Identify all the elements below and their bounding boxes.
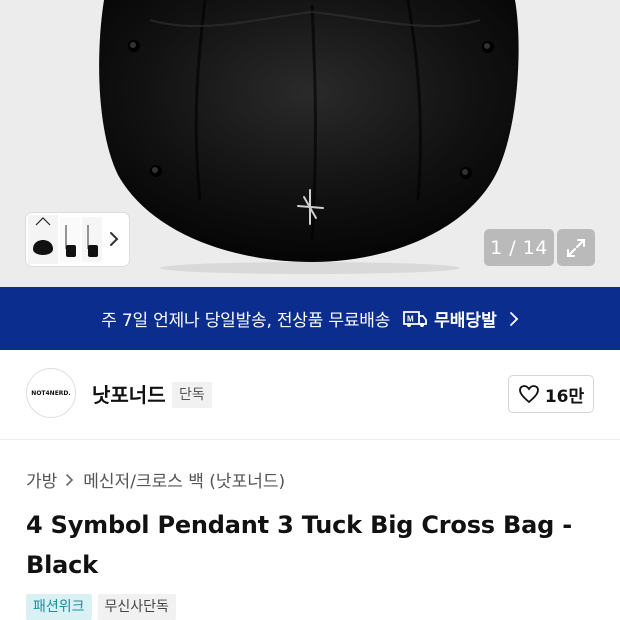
- expand-icon: [567, 238, 585, 257]
- banner-text: 주 7일 언제나 당일발송, 전상품 무료배송: [101, 311, 391, 331]
- like-button[interactable]: 16만: [508, 375, 594, 413]
- thumbnail-images[interactable]: [28, 215, 102, 264]
- shipping-banner[interactable]: 주 7일 언제나 당일발송, 전상품 무료배송 M 무배당발: [0, 287, 620, 350]
- brand-exclusive-tag: 단독: [172, 382, 212, 408]
- brand-logo[interactable]: NOT4NERD.: [26, 368, 76, 418]
- expand-button[interactable]: [557, 229, 595, 266]
- tag-musinsa-exclusive[interactable]: 무신사단독: [97, 594, 176, 620]
- product-title: 4 Symbol Pendant 3 Tuck Big Cross Bag - …: [26, 511, 573, 579]
- product-tags: 패션위크 무신사단독: [26, 594, 182, 620]
- banner-badge: M 무배당발: [402, 306, 497, 331]
- product-image-gallery[interactable]: 1 / 14: [0, 0, 620, 287]
- chevron-right-icon[interactable]: [107, 229, 121, 249]
- thumbnail-strip[interactable]: [26, 213, 129, 266]
- tag-fashion-week[interactable]: 패션위크: [26, 594, 92, 620]
- svg-text:M: M: [407, 314, 414, 323]
- brand-logo-text: NOT4NERD.: [31, 389, 71, 397]
- chevron-right-icon: [509, 311, 518, 326]
- brand-row: NOT4NERD. 낫포너드 단독 16만: [0, 350, 620, 440]
- truck-m-icon: M: [403, 310, 428, 327]
- heart-icon: [518, 385, 539, 404]
- breadcrumb-item[interactable]: 메신저/크로스 백 (낫포너드): [83, 467, 285, 492]
- like-count: 16만: [544, 386, 585, 407]
- image-page-counter: 1 / 14: [484, 229, 554, 266]
- chevron-right-icon: [66, 473, 74, 486]
- brand-name[interactable]: 낫포너드: [92, 379, 166, 408]
- breadcrumb: 가방 메신저/크로스 백 (낫포너드): [26, 467, 285, 492]
- banner-badge-label: 무배당발: [434, 311, 497, 331]
- breadcrumb-item[interactable]: 가방: [26, 467, 57, 492]
